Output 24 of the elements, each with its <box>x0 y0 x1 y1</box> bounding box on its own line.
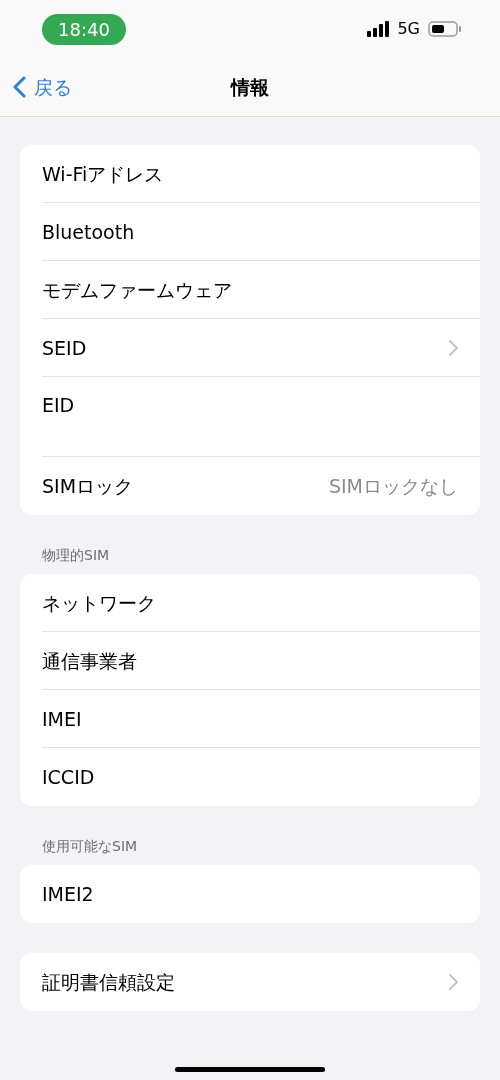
row-label: 証明書信頼設定 <box>42 969 175 995</box>
page-title: 情報 <box>231 74 269 100</box>
back-button[interactable]: 戻る <box>12 72 72 102</box>
row-label: モデムファームウェア <box>42 277 232 303</box>
network-label: 5G <box>397 18 420 40</box>
row-label: IMEI <box>42 706 82 732</box>
section-header: 使用可能なSIM <box>41 837 139 856</box>
row-label: ネットワーク <box>42 590 156 616</box>
section-header: 物理的SIM <box>41 546 111 565</box>
battery-icon <box>428 21 462 37</box>
row-label: IMEI2 <box>42 881 94 907</box>
row-label: SIMロック <box>42 473 134 499</box>
back-chevron-icon <box>12 76 26 98</box>
row-label: EID <box>42 393 75 418</box>
time-pill: 18:40 <box>42 13 126 45</box>
signal-icon <box>367 21 392 37</box>
row-label: SEID <box>42 335 87 361</box>
chevron-icon <box>449 974 458 990</box>
chevron-icon <box>449 340 458 356</box>
row-label: ICCID <box>42 764 95 790</box>
row-value: SIMロックなし <box>328 473 458 499</box>
row-label: Bluetooth <box>42 219 135 245</box>
row-label: Wi-Fiアドレス <box>42 161 164 187</box>
row-label: 通信事業者 <box>42 648 137 674</box>
